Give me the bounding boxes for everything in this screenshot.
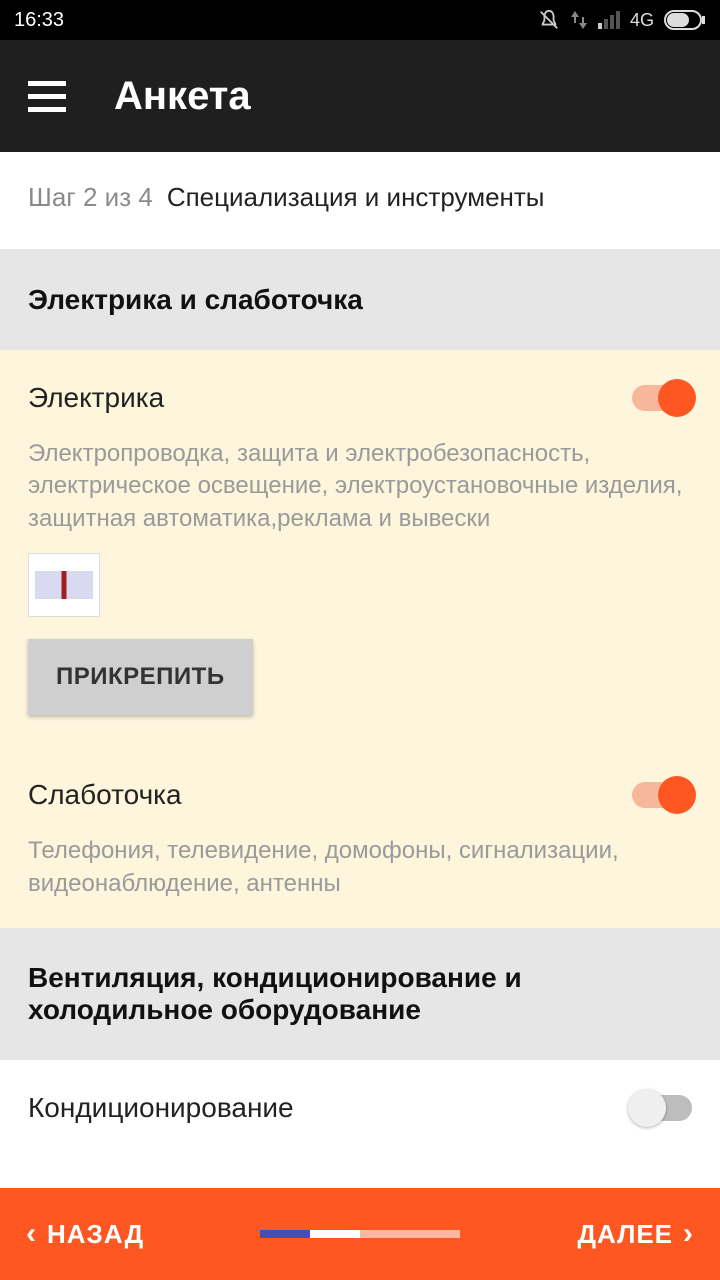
mute-icon — [538, 9, 560, 31]
status-bar: 16:33 4G — [0, 0, 720, 40]
category-lowvoltage: Слаботочка Телефония, телевидение, домоф… — [0, 743, 720, 928]
page-title: Анкета — [114, 74, 251, 119]
signal-icon — [598, 11, 620, 29]
status-time: 16:33 — [14, 9, 64, 32]
chevron-right-icon: › — [683, 1217, 694, 1251]
back-label: НАЗАД — [47, 1219, 144, 1250]
network-label: 4G — [630, 10, 654, 31]
category-desc: Электропроводка, защита и электробезопас… — [28, 438, 692, 535]
category-title: Слаботочка — [28, 779, 182, 811]
toggle-lowvoltage[interactable] — [632, 782, 692, 808]
attachment-thumbnail[interactable] — [28, 553, 100, 617]
progress-bar — [260, 1230, 460, 1238]
chevron-left-icon: ‹ — [26, 1217, 37, 1251]
status-right: 4G — [538, 9, 706, 31]
next-button[interactable]: ДАЛЕЕ › — [577, 1217, 694, 1251]
category-electrical: Электрика Электропроводка, защита и элек… — [0, 350, 720, 743]
toggle-electrical[interactable] — [632, 385, 692, 411]
step-bar: Шаг 2 из 4 Специализация и инструменты — [0, 152, 720, 250]
category-title: Электрика — [28, 382, 164, 414]
toggle-conditioning[interactable] — [632, 1095, 692, 1121]
footer-nav: ‹ НАЗАД ДАЛЕЕ › — [0, 1188, 720, 1280]
step-title: Специализация и инструменты — [167, 182, 545, 213]
category-conditioning: Кондиционирование — [0, 1060, 720, 1152]
category-title: Кондиционирование — [28, 1092, 294, 1124]
menu-icon[interactable] — [28, 81, 66, 112]
next-label: ДАЛЕЕ — [577, 1219, 673, 1250]
app-bar: Анкета — [0, 40, 720, 152]
section-header-electrical: Электрика и слаботочка — [0, 250, 720, 350]
attach-button[interactable]: ПРИКРЕПИТЬ — [28, 639, 253, 715]
category-desc: Телефония, телевидение, домофоны, сигнал… — [28, 835, 692, 900]
back-button[interactable]: ‹ НАЗАД — [26, 1217, 144, 1251]
battery-icon — [664, 10, 706, 30]
data-arrows-icon — [570, 9, 588, 31]
step-prefix: Шаг 2 из 4 — [28, 182, 153, 213]
section-header-hvac: Вентиляция, кондиционирование и холодиль… — [0, 928, 720, 1060]
